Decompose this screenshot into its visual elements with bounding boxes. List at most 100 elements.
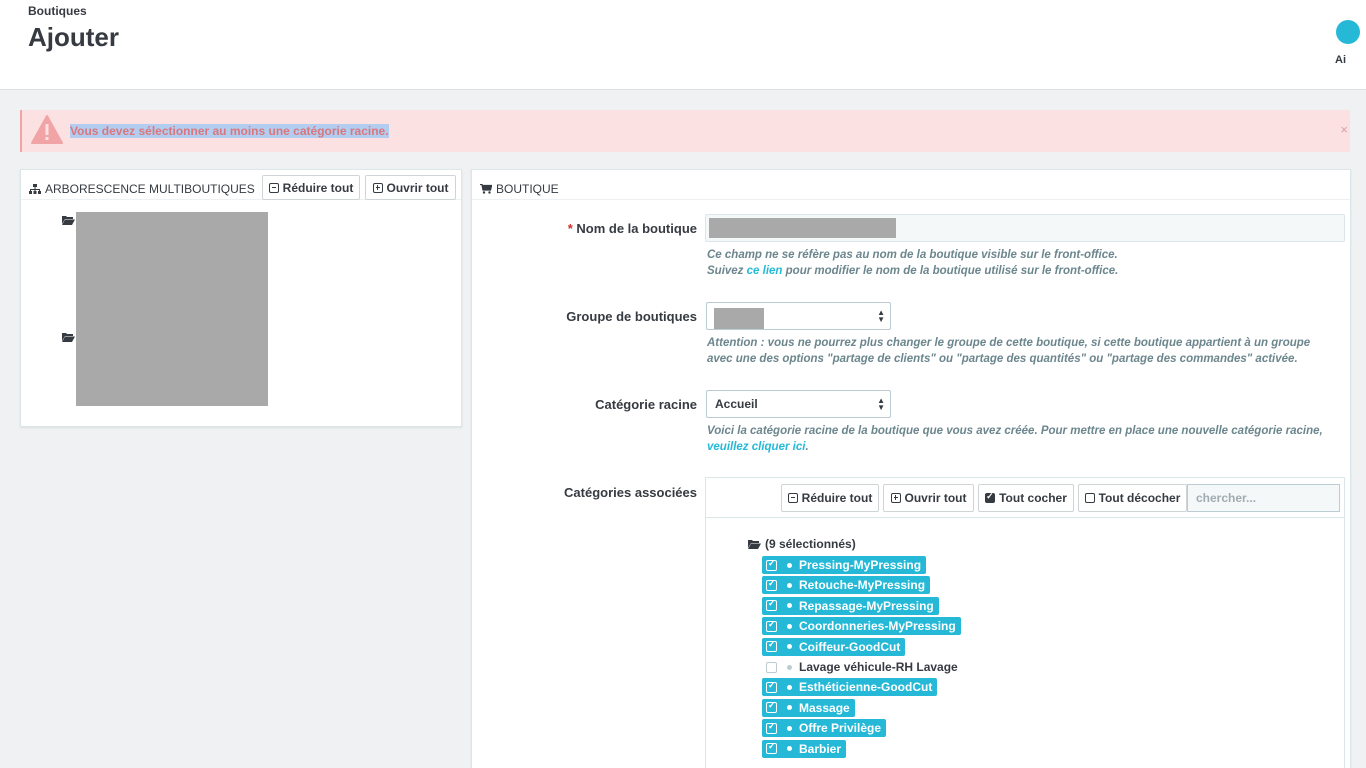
collapse-all-label: Réduire tout [282, 180, 354, 195]
category-tree-item-label: Coordonneries-MyPressing [799, 619, 956, 634]
shop-name-help-line1: Ce champ ne se réfère pas au nom de la b… [707, 249, 1118, 261]
shop-group-help: Attention : vous ne pourrez plus changer… [707, 335, 1347, 367]
root-category-help-line2: veuillez cliquer ici. [707, 439, 1347, 455]
plus-square-icon [890, 493, 901, 503]
bullet-icon [787, 603, 792, 609]
close-icon[interactable]: × [1340, 122, 1348, 137]
bullet-icon [787, 725, 792, 731]
redacted-tree-content [76, 212, 268, 406]
root-category-help-line1: Voici la catégorie racine de la boutique… [707, 425, 1323, 437]
category-tree-item-label: Esthéticienne-GoodCut [799, 680, 933, 695]
category-root-label: (9 sélectionnés) [765, 537, 856, 551]
redacted-shop-group [714, 308, 764, 329]
bullet-icon [787, 746, 792, 752]
folder-open-icon[interactable] [62, 215, 75, 225]
associated-categories-label: Catégories associées [564, 485, 697, 500]
sitemap-icon [29, 183, 41, 194]
category-tree-item[interactable]: Offre Privilège [762, 719, 887, 738]
check-all-button[interactable]: Tout cocher [978, 484, 1074, 512]
redacted-shop-name [709, 218, 896, 238]
shop-group-help-line2: avec une des options "partage de clients… [707, 353, 1298, 365]
checkbox-checked-icon[interactable] [766, 578, 777, 591]
bullet-icon [787, 644, 792, 650]
check-square-icon [985, 491, 996, 503]
shop-name-input[interactable] [705, 214, 1345, 242]
root-category-value: Accueil [715, 397, 758, 411]
category-tree-item-label: Offre Privilège [799, 721, 882, 736]
category-tree-item[interactable]: Pressing-MyPressing [762, 556, 927, 574]
panel-heading: BOUTIQUE [472, 170, 1350, 200]
square-icon [1084, 493, 1095, 503]
category-tree-item-label: Massage [799, 700, 850, 715]
folder-open-icon [748, 540, 761, 549]
bullet-icon [787, 582, 792, 588]
bullet-icon [787, 623, 792, 629]
checkbox-checked-icon[interactable] [766, 680, 777, 693]
help-icon[interactable] [1336, 20, 1360, 44]
select-arrows-icon: ▲ ▼ [877, 308, 885, 324]
checkbox-icon[interactable] [766, 661, 777, 673]
category-search-input[interactable]: chercher... [1187, 484, 1340, 512]
shop-name-help-line2: Suivez ce lien pour modifier le nom de l… [707, 263, 1347, 279]
category-tree-item[interactable]: Repassage-MyPressing [762, 596, 939, 615]
checkbox-checked-icon[interactable] [766, 639, 777, 653]
uncheck-all-button[interactable]: Tout décocher [1078, 484, 1187, 512]
folder-open-icon[interactable] [62, 332, 75, 342]
required-mark: * [567, 221, 573, 236]
root-category-help: Voici la catégorie racine de la boutique… [707, 423, 1347, 455]
category-tree-item-label: Retouche-MyPressing [799, 578, 926, 593]
checkbox-checked-icon[interactable] [766, 700, 777, 714]
bullet-icon [787, 705, 792, 711]
collapse-all-label: Réduire tout [801, 491, 873, 505]
category-tree-item[interactable]: Lavage véhicule-RH Lavage [762, 658, 963, 676]
panel-title: ARBORESCENCE MULTIBOUTIQUES [45, 181, 255, 196]
expand-all-label: Ouvrir tout [386, 180, 449, 195]
collapse-all-button[interactable]: Réduire tout [262, 175, 360, 200]
checkbox-checked-icon[interactable] [766, 721, 777, 734]
minus-square-icon [268, 182, 279, 193]
page-header: Boutiques Ajouter Ai [0, 0, 1366, 90]
help-button-label[interactable]: Ai [1335, 54, 1346, 66]
minus-square-icon [787, 493, 798, 503]
bullet-icon [787, 562, 792, 568]
category-tree-item-label: Repassage-MyPressing [799, 598, 934, 613]
bullet-icon [787, 684, 792, 690]
category-tree-item-label: Barbier [799, 741, 842, 756]
category-tree-item[interactable]: Massage [762, 698, 855, 717]
category-tree-root[interactable]: (9 sélectionnés) [748, 537, 856, 551]
root-category-select[interactable]: Accueil ▲ ▼ [706, 390, 891, 418]
shop-name-link[interactable]: ce lien [747, 265, 783, 277]
help-text: Suivez [707, 265, 747, 277]
error-alert: Vous devez sélectionner au moins une cat… [20, 110, 1350, 152]
root-category-link[interactable]: veuillez cliquer ici [707, 441, 805, 453]
shop-name-label-text: Nom de la boutique [576, 221, 697, 236]
checkbox-checked-icon[interactable] [766, 741, 777, 755]
select-arrows-icon: ▲ ▼ [877, 396, 885, 412]
page-title: Ajouter [28, 22, 119, 52]
root-category-label: Catégorie racine [595, 397, 697, 412]
checkbox-checked-icon[interactable] [766, 558, 777, 571]
shopping-cart-icon [480, 183, 492, 194]
expand-all-label: Ouvrir tout [904, 491, 967, 505]
checkbox-checked-icon[interactable] [766, 598, 777, 612]
checkbox-checked-icon[interactable] [766, 619, 777, 632]
help-text: pour modifier le nom de la boutique util… [782, 265, 1119, 277]
plus-square-icon [372, 182, 383, 193]
uncheck-all-label: Tout décocher [1098, 491, 1181, 505]
shop-group-select[interactable]: ▲ ▼ [706, 302, 891, 330]
categories-expand-all-button[interactable]: Ouvrir tout [883, 484, 974, 512]
categories-collapse-all-button[interactable]: Réduire tout [781, 484, 879, 512]
expand-all-button[interactable]: Ouvrir tout [365, 175, 456, 200]
shop-group-help-line1: Attention : vous ne pourrez plus changer… [707, 337, 1311, 349]
category-tree-item[interactable]: Retouche-MyPressing [762, 576, 931, 595]
category-tree-item-label: Coiffeur-GoodCut [799, 639, 901, 654]
category-tree-item[interactable]: Esthéticienne-GoodCut [762, 678, 938, 697]
breadcrumb[interactable]: Boutiques [28, 4, 87, 18]
category-tree-item-label: Pressing-MyPressing [799, 558, 922, 572]
category-tree-item[interactable]: Coordonneries-MyPressing [762, 617, 961, 636]
category-tree-item[interactable]: Barbier [762, 739, 847, 758]
warning-triangle-icon [31, 115, 63, 144]
category-tree-item[interactable]: Coiffeur-GoodCut [762, 637, 906, 656]
panel-title: BOUTIQUE [496, 181, 559, 196]
shop-group-label: Groupe de boutiques [566, 309, 697, 324]
